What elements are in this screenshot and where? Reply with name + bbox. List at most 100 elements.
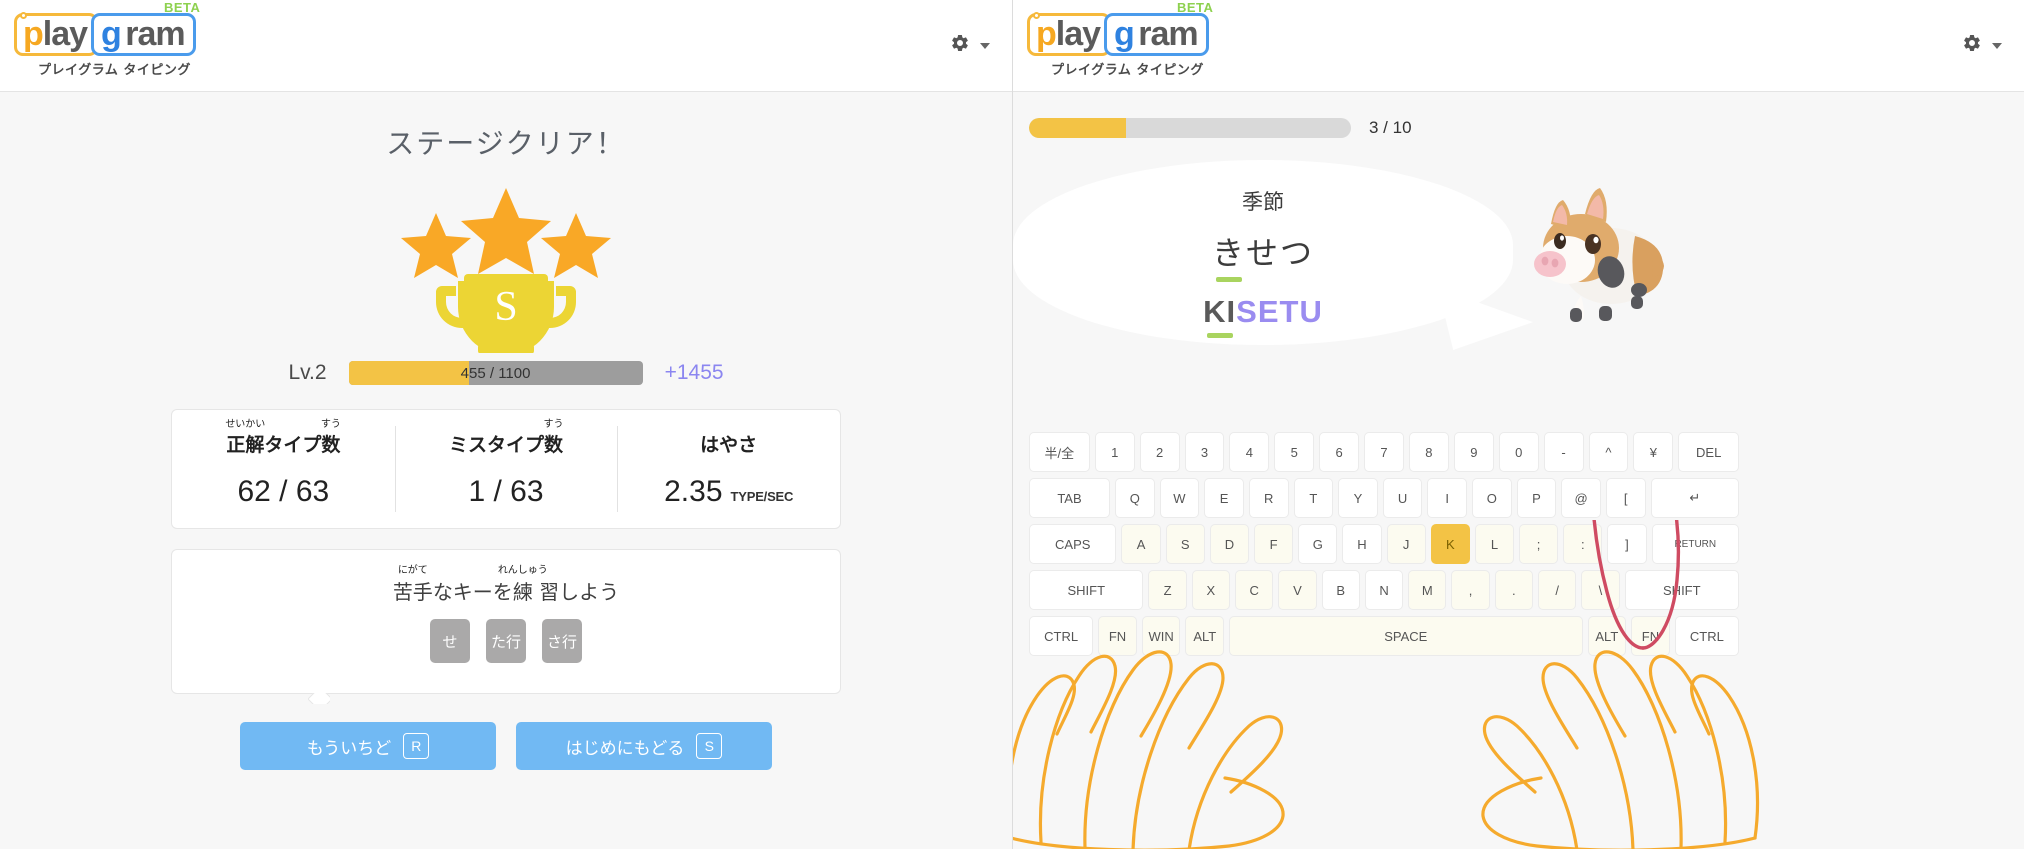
key-CTRL[interactable]: CTRL [1674, 616, 1739, 656]
logo-subtitle: プレイグラム タイピング [38, 63, 191, 78]
key-Q[interactable]: Q [1115, 478, 1155, 518]
key-B[interactable]: B [1321, 570, 1360, 610]
weak-key-item[interactable]: さ行 [542, 619, 582, 663]
key-J[interactable]: J [1386, 524, 1426, 564]
key-7[interactable]: 7 [1364, 432, 1404, 472]
key-[interactable]: ↵ [1650, 478, 1740, 518]
key-A[interactable]: A [1121, 524, 1161, 564]
header-right: p lay g ram BETA プレイグラム タイピング [1013, 0, 2024, 92]
logo-g: g [101, 15, 122, 53]
level-label: Lv.2 [288, 361, 327, 384]
key-TAB[interactable]: TAB [1029, 478, 1110, 518]
key-4[interactable]: 4 [1229, 432, 1270, 472]
weak-keys-card: にがて 苦手なキーを れんしゅう練 習しよう せ た行 さ行 [171, 549, 841, 694]
key-SHIFT[interactable]: SHIFT [1029, 570, 1144, 610]
key-5[interactable]: 5 [1274, 432, 1315, 472]
key-E[interactable]: E [1204, 478, 1244, 518]
header-left: p lay g ram BETA プレイグラム タイピング [0, 0, 1012, 92]
chevron-down-icon[interactable] [980, 42, 990, 49]
level-progress-row: Lv.2 455 / 1100 +1455 [0, 361, 1012, 385]
retry-button[interactable]: もういちど R [240, 722, 496, 770]
key-DEL[interactable]: DEL [1678, 432, 1740, 472]
word-kana: きせつ き せつ [1013, 228, 1513, 282]
stat-correct-types: せいかい 正解タイプ すう数 62 / 63 [172, 410, 395, 528]
logo-subtitle: プレイグラム タイピング [1051, 63, 1204, 78]
chevron-down-icon[interactable] [1992, 42, 2002, 49]
key-Y[interactable]: Y [1338, 478, 1378, 518]
stat-speed: はやさ 2.35 TYPE/SEC [617, 410, 840, 528]
key-[interactable]: : [1563, 524, 1603, 564]
key-6[interactable]: 6 [1319, 432, 1360, 472]
key-3[interactable]: 3 [1184, 432, 1225, 472]
key-C[interactable]: C [1235, 570, 1274, 610]
key-0[interactable]: 0 [1498, 432, 1539, 472]
key-[interactable]: \ [1581, 570, 1620, 610]
key-O[interactable]: O [1472, 478, 1512, 518]
key-I[interactable]: I [1427, 478, 1467, 518]
header-actions-left [950, 33, 990, 58]
key-[interactable]: ; [1519, 524, 1559, 564]
key-Z[interactable]: Z [1148, 570, 1187, 610]
key-[interactable]: . [1494, 570, 1533, 610]
key-SPACE[interactable]: SPACE [1229, 616, 1583, 656]
logo-g: g [1114, 15, 1135, 53]
key-CAPS[interactable]: CAPS [1029, 524, 1117, 564]
stats-card: せいかい 正解タイプ すう数 62 / 63 ミスタイプ すう数 1 / 63 はやさ… [171, 409, 841, 529]
gear-icon[interactable] [1962, 33, 1982, 58]
key-RETURN[interactable]: RETURN [1651, 524, 1740, 564]
key-[interactable]: ] [1607, 524, 1647, 564]
romaji-remaining-wrap: SETU [1236, 294, 1323, 330]
key-T[interactable]: T [1293, 478, 1334, 518]
kana-underline [1215, 277, 1242, 282]
key-R[interactable]: R [1248, 478, 1289, 518]
key-2[interactable]: 2 [1139, 432, 1180, 472]
key-WIN[interactable]: WIN [1141, 616, 1181, 656]
stat-mistypes: ミスタイプ すう数 1 / 63 [394, 410, 618, 528]
key-SHIFT[interactable]: SHIFT [1624, 570, 1740, 610]
logo-row: p lay g ram BETA [14, 0, 200, 56]
weak-key-item[interactable]: せ [430, 619, 470, 663]
romaji-remaining: SETU [1236, 294, 1323, 329]
key-L[interactable]: L [1474, 524, 1515, 564]
key-[interactable]: , [1451, 570, 1490, 610]
key-G[interactable]: G [1298, 524, 1338, 564]
key-ALT[interactable]: ALT [1185, 616, 1225, 656]
key-P[interactable]: P [1516, 478, 1557, 518]
key-[interactable]: [ [1605, 478, 1646, 518]
logo-gram-box: g ram [1104, 13, 1209, 56]
key-8[interactable]: 8 [1408, 432, 1449, 472]
weak-key-item[interactable]: た行 [486, 619, 526, 663]
key-W[interactable]: W [1159, 478, 1200, 518]
back-shortcut: S [696, 733, 723, 759]
key-9[interactable]: 9 [1453, 432, 1494, 472]
key-M[interactable]: M [1408, 570, 1447, 610]
app-logo-right[interactable]: p lay g ram BETA プレイグラム タイピング [1027, 0, 1213, 78]
key-N[interactable]: N [1364, 570, 1404, 610]
key-[interactable]: - [1543, 432, 1584, 472]
gear-icon[interactable] [950, 33, 970, 58]
key-H[interactable]: H [1342, 524, 1382, 564]
key-X[interactable]: X [1191, 570, 1231, 610]
key-S[interactable]: S [1165, 524, 1205, 564]
key-[interactable]: ^ [1588, 432, 1629, 472]
key-[interactable]: ¥ [1633, 432, 1674, 472]
key-D[interactable]: D [1209, 524, 1249, 564]
key-FN[interactable]: FN [1631, 616, 1670, 656]
key-[interactable]: @ [1561, 478, 1601, 518]
key-[interactable]: 半/全 [1029, 432, 1090, 472]
key-F[interactable]: F [1254, 524, 1294, 564]
key-V[interactable]: V [1278, 570, 1317, 610]
boar-mascot-icon [1534, 188, 1664, 322]
key-CTRL[interactable]: CTRL [1029, 616, 1094, 656]
key-FN[interactable]: FN [1098, 616, 1137, 656]
back-to-start-button[interactable]: はじめにもどる S [516, 722, 772, 770]
key-K[interactable]: K [1430, 524, 1470, 564]
stat-value: 2.35 [664, 474, 723, 508]
app-logo[interactable]: p lay g ram BETA プレイグラム タイピング [14, 0, 200, 78]
trophy-area: S [0, 178, 1012, 353]
retry-shortcut: R [403, 733, 430, 759]
key-U[interactable]: U [1382, 478, 1423, 518]
key-ALT[interactable]: ALT [1587, 616, 1627, 656]
key-[interactable]: / [1538, 570, 1577, 610]
key-1[interactable]: 1 [1094, 432, 1135, 472]
